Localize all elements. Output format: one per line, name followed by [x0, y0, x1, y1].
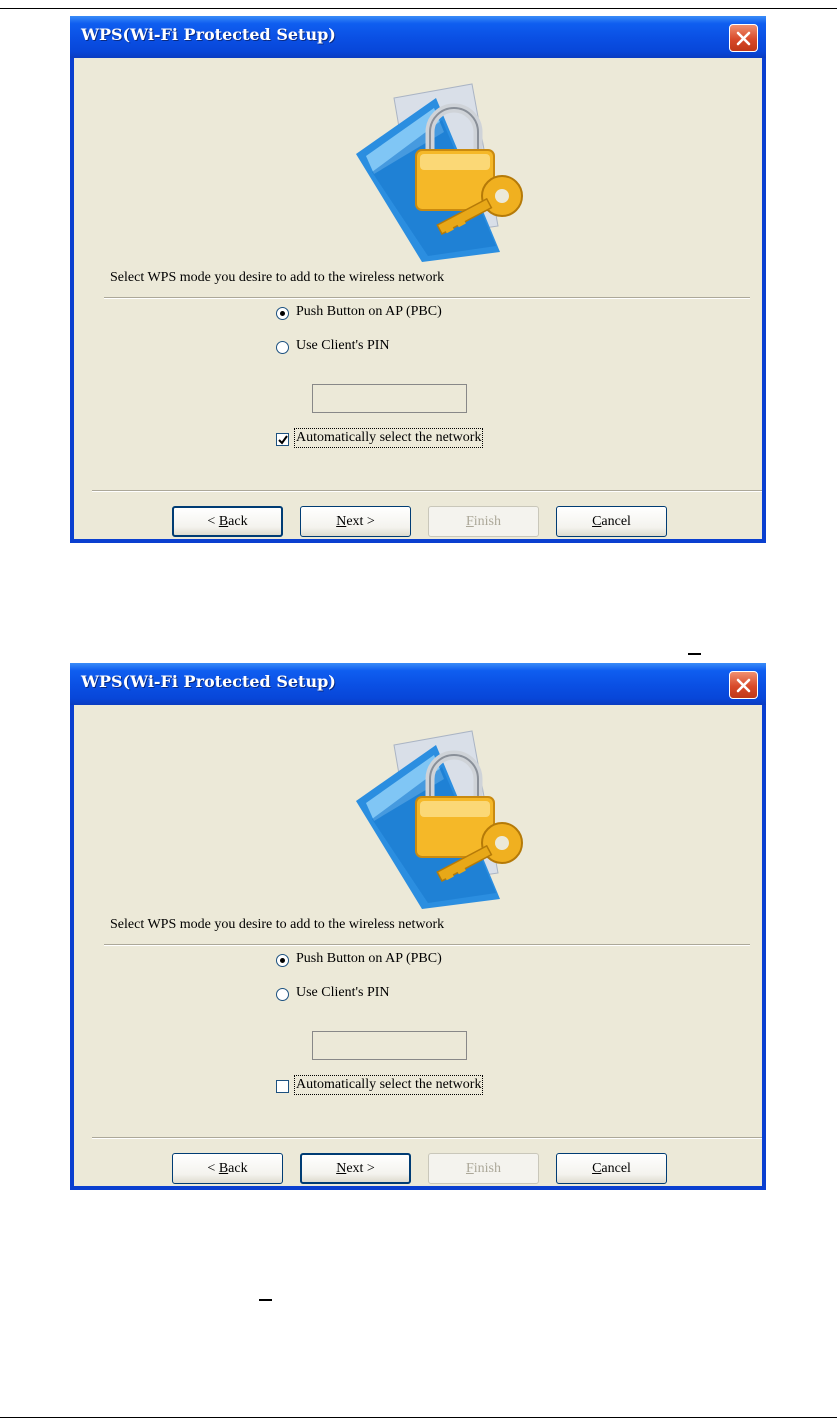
client-pin-radio[interactable]: [276, 341, 289, 354]
prompt-text: Select WPS mode you desire to add to the…: [110, 270, 445, 285]
text-fragment-mark: [259, 1299, 272, 1301]
finish-mnemonic: F: [465, 1161, 474, 1176]
back-rest: ack: [228, 514, 248, 529]
back-rest: ack: [228, 1161, 248, 1176]
next-mnemonic: N: [336, 1161, 347, 1176]
cancel-mnemonic: C: [592, 514, 602, 529]
back-mnemonic: B: [218, 1161, 229, 1176]
pbc-radio-label[interactable]: Push Button on AP (PBC): [296, 951, 442, 967]
cancel-button[interactable]: Cancel: [556, 506, 667, 537]
finish-mnemonic: F: [465, 514, 474, 529]
cancel-mnemonic: C: [592, 1161, 602, 1176]
separator: [92, 1137, 762, 1139]
back-prefix: <: [207, 514, 219, 529]
next-button[interactable]: Next >: [300, 506, 411, 537]
window-title: WPS(Wi-Fi Protected Setup): [81, 672, 336, 691]
finish-rest: inish: [473, 514, 502, 529]
next-rest: ext >: [346, 514, 375, 529]
pin-input[interactable]: [312, 384, 467, 413]
text-fragment-mark: [688, 653, 701, 655]
next-rest: ext >: [346, 1161, 375, 1176]
finish-button[interactable]: Finish: [428, 1153, 539, 1184]
separator: [104, 944, 750, 946]
radio-dot: [280, 958, 285, 963]
finish-button[interactable]: Finish: [428, 506, 539, 537]
finish-rest: inish: [473, 1161, 502, 1176]
separator: [104, 297, 750, 299]
pbc-radio[interactable]: [276, 307, 289, 320]
back-mnemonic: B: [218, 514, 229, 529]
checkmark-icon: [278, 435, 288, 445]
client-pin-radio-label[interactable]: Use Client's PIN: [296, 338, 390, 354]
wps-dialog-1: WPS(Wi-Fi Protected Setup) Select WPS mo…: [70, 16, 766, 543]
wps-lock-key-icon: [356, 730, 523, 909]
next-mnemonic: N: [336, 514, 347, 529]
pin-input[interactable]: [312, 1031, 467, 1060]
cancel-rest: ancel: [601, 514, 631, 529]
dialog-client: Select WPS mode you desire to add to the…: [74, 705, 762, 1186]
page-top-rule: [0, 8, 837, 9]
title-bar[interactable]: WPS(Wi-Fi Protected Setup): [70, 663, 766, 705]
wps-dialog-2: WPS(Wi-Fi Protected Setup) Select WPS mo…: [70, 663, 766, 1190]
pbc-radio-label[interactable]: Push Button on AP (PBC): [296, 304, 442, 320]
cancel-button[interactable]: Cancel: [556, 1153, 667, 1184]
back-button[interactable]: < Back: [172, 506, 283, 537]
dialog-client: Select WPS mode you desire to add to the…: [74, 58, 762, 539]
wps-lock-key-icon: [356, 83, 523, 262]
page-bottom-rule: [0, 1417, 837, 1418]
separator: [92, 490, 762, 492]
auto-select-label[interactable]: Automatically select the network: [293, 1075, 484, 1095]
close-button[interactable]: [729, 671, 758, 699]
window-title: WPS(Wi-Fi Protected Setup): [81, 25, 336, 44]
client-pin-radio-label[interactable]: Use Client's PIN: [296, 985, 390, 1001]
radio-dot: [280, 311, 285, 316]
auto-select-checkbox[interactable]: [276, 433, 289, 446]
close-icon: [736, 31, 751, 46]
title-bar[interactable]: WPS(Wi-Fi Protected Setup): [70, 16, 766, 58]
pbc-radio[interactable]: [276, 954, 289, 967]
auto-select-label[interactable]: Automatically select the network: [293, 428, 484, 448]
next-button[interactable]: Next >: [300, 1153, 411, 1184]
auto-select-checkbox[interactable]: [276, 1080, 289, 1093]
back-button[interactable]: < Back: [172, 1153, 283, 1184]
client-pin-radio[interactable]: [276, 988, 289, 1001]
cancel-rest: ancel: [601, 1161, 631, 1176]
close-button[interactable]: [729, 24, 758, 52]
back-prefix: <: [207, 1161, 219, 1176]
prompt-text: Select WPS mode you desire to add to the…: [110, 917, 445, 932]
close-icon: [736, 678, 751, 693]
